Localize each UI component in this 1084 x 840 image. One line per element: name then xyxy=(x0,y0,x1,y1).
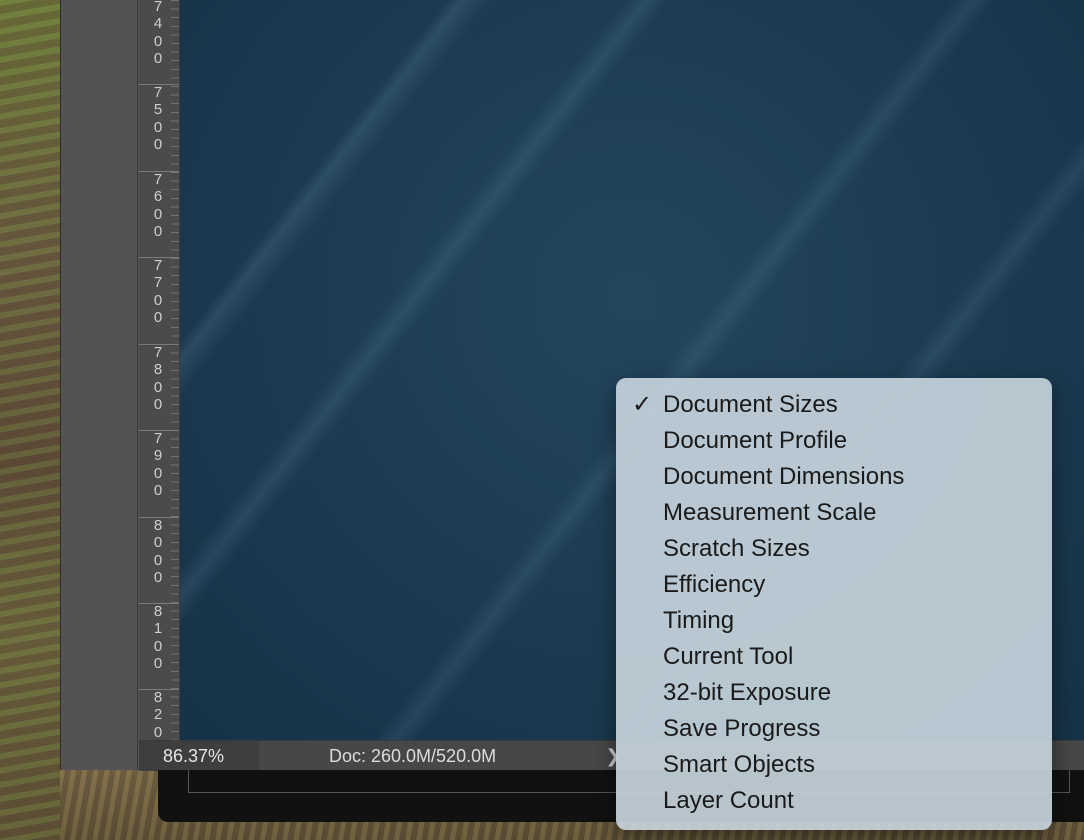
menu-item-label: Document Dimensions xyxy=(663,463,905,490)
menu-item-label: Current Tool xyxy=(663,643,794,670)
menu-item-label: Timing xyxy=(663,607,735,634)
menu-item-32-bit-exposure[interactable]: 32-bit Exposure xyxy=(616,675,1052,711)
menu-item-document-dimensions[interactable]: Document Dimensions xyxy=(616,459,1052,495)
ruler-label: 820 xyxy=(153,689,163,740)
ruler-mark: 7600 xyxy=(139,171,179,257)
desktop-wallpaper xyxy=(0,0,60,840)
ruler-label: 7400 xyxy=(153,0,163,67)
menu-item-timing[interactable]: Timing xyxy=(616,603,1052,639)
menu-item-document-sizes[interactable]: ✓ Document Sizes xyxy=(616,387,1052,423)
menu-item-save-progress[interactable]: Save Progress xyxy=(616,711,1052,747)
menu-item-measurement-scale[interactable]: Measurement Scale xyxy=(616,495,1052,531)
menu-item-current-tool[interactable]: Current Tool xyxy=(616,639,1052,675)
screen: 7400 7500 7600 7700 7800 7900 8000 8100 … xyxy=(0,0,1084,840)
ruler-label: 7600 xyxy=(153,171,163,240)
menu-item-label: Scratch Sizes xyxy=(663,535,810,562)
menu-item-document-profile[interactable]: Document Profile xyxy=(616,423,1052,459)
ruler-mark: 7500 xyxy=(139,84,179,170)
zoom-level-field[interactable]: 86.37% xyxy=(139,741,259,771)
menu-item-label: Measurement Scale xyxy=(663,499,877,526)
menu-item-label: Smart Objects xyxy=(663,751,816,778)
menu-item-label: Document Sizes xyxy=(663,391,838,418)
ruler-mark: 820 xyxy=(139,689,179,740)
ruler-label: 7500 xyxy=(153,84,163,153)
document-info: Doc: 260.0M/520.0M xyxy=(329,746,497,766)
ruler-mark: 7800 xyxy=(139,344,179,430)
menu-item-label: Layer Count xyxy=(663,787,794,814)
ruler-label: 8100 xyxy=(153,603,163,672)
ruler-label: 8000 xyxy=(153,517,163,586)
menu-item-efficiency[interactable]: Efficiency xyxy=(616,567,1052,603)
checkmark-icon: ✓ xyxy=(632,391,653,418)
ruler-mark: 8000 xyxy=(139,517,179,603)
ruler-label: 7700 xyxy=(153,257,163,326)
menu-item-label: Efficiency xyxy=(663,571,766,598)
ruler-mark: 7900 xyxy=(139,430,179,516)
vertical-ruler[interactable]: 7400 7500 7600 7700 7800 7900 8000 8100 … xyxy=(139,0,180,740)
menu-item-label: Save Progress xyxy=(663,715,821,742)
ruler-mark: 8100 xyxy=(139,603,179,689)
menu-item-scratch-sizes[interactable]: Scratch Sizes xyxy=(616,531,1052,567)
menu-item-label: Document Profile xyxy=(663,427,848,454)
ruler-mark: 7700 xyxy=(139,257,179,343)
menu-item-label: 32-bit Exposure xyxy=(663,679,832,706)
status-info-menu: ✓ Document Sizes Document Profile Docume… xyxy=(616,378,1052,830)
menu-item-smart-objects[interactable]: Smart Objects xyxy=(616,747,1052,783)
menu-item-layer-count[interactable]: Layer Count xyxy=(616,783,1052,819)
tool-panel xyxy=(61,0,138,770)
ruler-label: 7800 xyxy=(153,344,163,413)
ruler-label: 7900 xyxy=(153,430,163,499)
ruler-mark: 7400 xyxy=(139,0,179,84)
